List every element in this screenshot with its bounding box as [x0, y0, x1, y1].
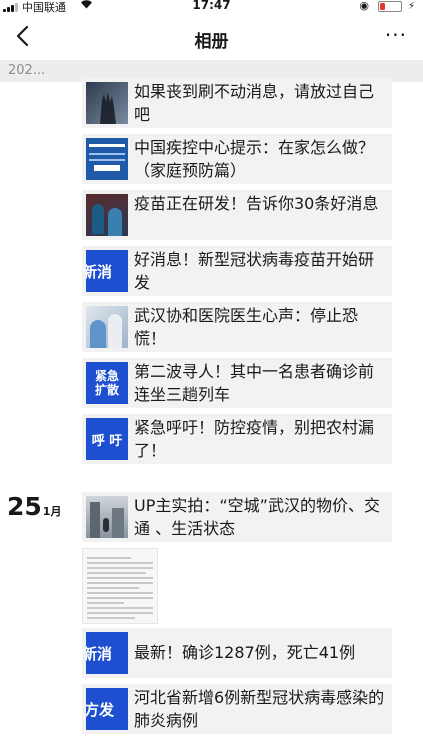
post-card[interactable]: 紧急扩散 第二波寻人！其中一名患者确诊前连坐三趟列车	[82, 358, 392, 408]
post-card[interactable]: 武汉协和医院医生心声：停止恐慌！	[82, 302, 392, 352]
date-label: 251月	[7, 492, 61, 521]
post-card[interactable]: 方发 河北省新增6例新型冠状病毒感染的肺炎病例	[82, 684, 392, 734]
page-title: 相册	[194, 32, 229, 52]
post-card[interactable]: UP主实拍：“空城”武汉的物价、交通 、生活状态	[82, 492, 392, 542]
post-card[interactable]: 如果丧到刷不动消息，请放过自己吧	[82, 78, 392, 128]
post-title: 疫苗正在研发！告诉你30条好消息	[134, 194, 379, 213]
post-thumbnail	[86, 194, 128, 236]
year-label: 202...	[8, 63, 46, 78]
date-day: 25	[7, 492, 42, 521]
nav-bar: 相册 ···	[0, 14, 423, 60]
date-month: 1月	[42, 505, 62, 518]
post-thumbnail: 紧急扩散	[86, 362, 128, 404]
orientation-lock-icon: ◉	[359, 0, 369, 12]
post-thumbnail: 呼 吁	[86, 418, 128, 460]
post-thumbnail	[86, 138, 128, 180]
post-card[interactable]: 中国疾控中心提示：在家怎么做？（家庭预防篇）	[82, 134, 392, 184]
status-bar: 中国联通 17:47 ◉ ⚡	[0, 0, 423, 14]
post-title: 好消息！新型冠状病毒疫苗开始研发	[134, 250, 375, 292]
post-title: 武汉协和医院医生心声：停止恐慌！	[134, 306, 359, 348]
post-thumbnail: 新消	[86, 250, 128, 292]
charging-icon: ⚡	[407, 1, 415, 12]
post-thumbnail: 新消	[86, 632, 128, 674]
post-title: 第二波寻人！其中一名患者确诊前连坐三趟列车	[134, 362, 375, 404]
status-right: ◉ ⚡	[359, 0, 415, 12]
post-thumbnail	[86, 306, 128, 348]
post-card[interactable]: 疫苗正在研发！告诉你30条好消息	[82, 190, 392, 240]
post-thumbnail	[86, 82, 128, 124]
post-thumbnail	[86, 496, 128, 538]
moments-feed[interactable]: 如果丧到刷不动消息，请放过自己吧 中国疾控中心提示：在家怎么做？（家庭预防篇） …	[0, 78, 423, 737]
post-title: 如果丧到刷不动消息，请放过自己吧	[134, 82, 375, 124]
post-title: UP主实拍：“空城”武汉的物价、交通 、生活状态	[134, 496, 380, 538]
post-card[interactable]: 呼 吁 紧急呼吁！防控疫情，别把农村漏了！	[82, 414, 392, 464]
image-post[interactable]	[82, 548, 158, 624]
post-title: 中国疾控中心提示：在家怎么做？（家庭预防篇）	[134, 138, 375, 180]
post-title: 河北省新增6例新型冠状病毒感染的肺炎病例	[134, 688, 385, 730]
post-title: 最新！确诊1287例，死亡41例	[134, 643, 356, 662]
more-options-button[interactable]: ···	[385, 23, 407, 47]
post-card[interactable]: 新消 好消息！新型冠状病毒疫苗开始研发	[82, 246, 392, 296]
battery-icon	[378, 0, 403, 12]
post-title: 紧急呼吁！防控疫情，别把农村漏了！	[134, 418, 375, 460]
post-card[interactable]: 新消 最新！确诊1287例，死亡41例	[82, 628, 392, 678]
post-thumbnail: 方发	[86, 688, 128, 730]
